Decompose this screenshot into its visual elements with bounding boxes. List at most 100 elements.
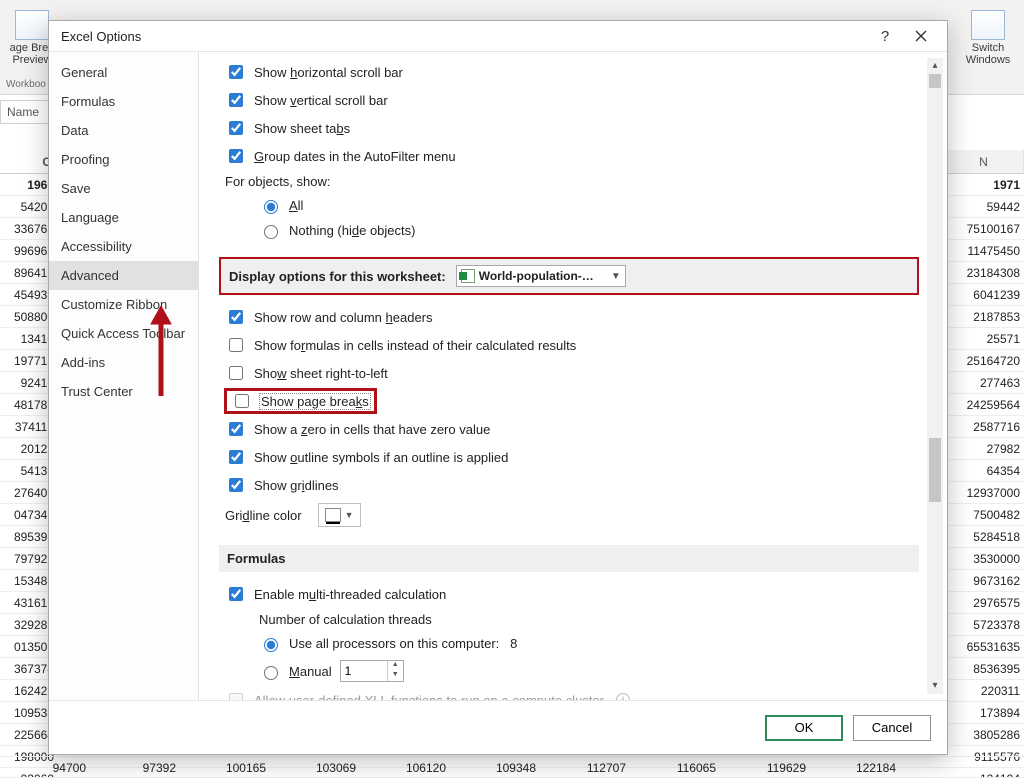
- cell[interactable]: 97392: [90, 757, 180, 777]
- group-label: Workboo: [6, 79, 46, 90]
- scroll-down-icon[interactable]: ▾: [927, 678, 943, 694]
- cell[interactable]: 106120: [360, 757, 450, 777]
- cell[interactable]: 173894: [944, 702, 1024, 723]
- spinner-down-icon[interactable]: ▼: [388, 671, 403, 681]
- label-page-breaks: Show page breaks: [260, 394, 370, 409]
- nav-item-advanced[interactable]: Advanced: [49, 261, 198, 290]
- checkbox-page-breaks[interactable]: [235, 394, 249, 408]
- checkbox-gridlines[interactable]: [229, 478, 243, 492]
- checkbox-outline[interactable]: [229, 450, 243, 464]
- manual-threads-spinner[interactable]: ▲▼: [340, 660, 404, 682]
- cell[interactable]: 59442: [944, 196, 1024, 217]
- label-sheet-tabs: Show sheet tabs: [254, 121, 350, 136]
- nav-item-proofing[interactable]: Proofing: [49, 145, 198, 174]
- label-outline: Show outline symbols if an outline is ap…: [254, 450, 508, 465]
- gridline-color-dropdown[interactable]: ▼: [318, 503, 361, 527]
- cell[interactable]: 7500482: [944, 504, 1024, 525]
- cell[interactable]: 122184: [810, 757, 900, 777]
- cell[interactable]: 2187853: [944, 306, 1024, 327]
- close-button[interactable]: [903, 22, 939, 50]
- label-zero: Show a zero in cells that have zero valu…: [254, 422, 490, 437]
- cell[interactable]: 5723378: [944, 614, 1024, 635]
- cell[interactable]: 3805286: [944, 724, 1024, 745]
- radio-manual[interactable]: [264, 666, 278, 680]
- checkbox-sheet-tabs[interactable]: [229, 121, 243, 135]
- cell[interactable]: 9673162: [944, 570, 1024, 591]
- page-break-icon: [15, 10, 49, 40]
- radio-nothing[interactable]: [264, 225, 278, 239]
- cell[interactable]: 103069: [270, 757, 360, 777]
- for-objects-label: For objects, show:: [219, 170, 919, 193]
- cell[interactable]: 25164720: [944, 350, 1024, 371]
- spinner-up-icon[interactable]: ▲: [388, 661, 403, 671]
- worksheet-dropdown[interactable]: World-population-… ▼: [456, 265, 626, 287]
- options-content: Show horizontal scroll bar Show vertical…: [199, 52, 947, 700]
- checkbox-vscroll[interactable]: [229, 93, 243, 107]
- nav-item-data[interactable]: Data: [49, 116, 198, 145]
- radio-all[interactable]: [264, 200, 278, 214]
- nav-item-general[interactable]: General: [49, 58, 198, 87]
- cell[interactable]: 12937000: [944, 482, 1024, 503]
- nav-item-save[interactable]: Save: [49, 174, 198, 203]
- cell[interactable]: 94700: [0, 757, 90, 777]
- manual-threads-input[interactable]: [341, 661, 387, 681]
- scroll-up-icon[interactable]: ▴: [927, 58, 943, 74]
- cell[interactable]: 8536395: [944, 658, 1024, 679]
- nav-item-add-ins[interactable]: Add-ins: [49, 348, 198, 377]
- cell[interactable]: 116065: [630, 757, 720, 777]
- nav-item-formulas[interactable]: Formulas: [49, 87, 198, 116]
- switch-windows-button[interactable]: Switch Windows: [958, 10, 1018, 66]
- info-icon[interactable]: i: [616, 693, 630, 700]
- cell[interactable]: 24259564: [944, 394, 1024, 415]
- checkbox-show-formulas[interactable]: [229, 338, 243, 352]
- cell[interactable]: 75100167: [944, 218, 1024, 239]
- nav-item-quick-access-toolbar[interactable]: Quick Access Toolbar: [49, 319, 198, 348]
- help-button[interactable]: ?: [867, 22, 903, 50]
- nav-item-customize-ribbon[interactable]: Customize Ribbon: [49, 290, 198, 319]
- content-scrollbar[interactable]: ▴ ▾: [927, 58, 943, 694]
- checkbox-hscroll[interactable]: [229, 65, 243, 79]
- cell[interactable]: 2976575: [944, 592, 1024, 613]
- cell[interactable]: 11475450: [944, 240, 1024, 261]
- cell[interactable]: 27982: [944, 438, 1024, 459]
- radio-all-proc[interactable]: [264, 638, 278, 652]
- cell[interactable]: 100165: [180, 757, 270, 777]
- options-nav: GeneralFormulasDataProofingSaveLanguageA…: [49, 52, 199, 700]
- dialog-title: Excel Options: [61, 29, 867, 44]
- cell[interactable]: 5284518: [944, 526, 1024, 547]
- label-nothing: Nothing (hide objects): [289, 223, 415, 238]
- col-header-n[interactable]: N: [944, 150, 1024, 173]
- ok-button[interactable]: OK: [765, 715, 843, 741]
- cell[interactable]: 25571: [944, 328, 1024, 349]
- cell[interactable]: 220311: [944, 680, 1024, 701]
- cancel-button[interactable]: Cancel: [853, 715, 931, 741]
- checkbox-multithread[interactable]: [229, 587, 243, 601]
- worksheet-dropdown-value: World-population-…: [479, 269, 594, 283]
- cell[interactable]: 112707: [540, 757, 630, 777]
- cell[interactable]: 23184308: [944, 262, 1024, 283]
- label-manual: Manual: [289, 664, 332, 679]
- checkbox-rtl[interactable]: [229, 366, 243, 380]
- nav-item-accessibility[interactable]: Accessibility: [49, 232, 198, 261]
- label-multithread: Enable multi-threaded calculation: [254, 587, 446, 602]
- label-xll: Allow user-defined XLL functions to run …: [254, 693, 604, 701]
- label-all-proc: Use all processors on this computer: 8: [289, 636, 517, 651]
- cell[interactable]: 3530000: [944, 548, 1024, 569]
- nav-item-trust-center[interactable]: Trust Center: [49, 377, 198, 406]
- cell[interactable]: 277463: [944, 372, 1024, 393]
- nav-item-language[interactable]: Language: [49, 203, 198, 232]
- checkbox-zero[interactable]: [229, 422, 243, 436]
- cell[interactable]: 119629: [720, 757, 810, 777]
- cell[interactable]: 64354: [944, 460, 1024, 481]
- cell[interactable]: 2587716: [944, 416, 1024, 437]
- label-gridline-color: Gridline color: [225, 508, 302, 523]
- scrollbar-thumb[interactable]: [929, 438, 941, 502]
- checkbox-row-col-headers[interactable]: [229, 310, 243, 324]
- cell[interactable]: 1971: [944, 174, 1024, 195]
- checkbox-group-dates[interactable]: [229, 149, 243, 163]
- cell[interactable]: 109348: [450, 757, 540, 777]
- scrollbar-thumb[interactable]: [929, 74, 941, 88]
- cell[interactable]: 6041239: [944, 284, 1024, 305]
- chevron-down-icon: ▼: [345, 510, 354, 520]
- cell[interactable]: 65531635: [944, 636, 1024, 657]
